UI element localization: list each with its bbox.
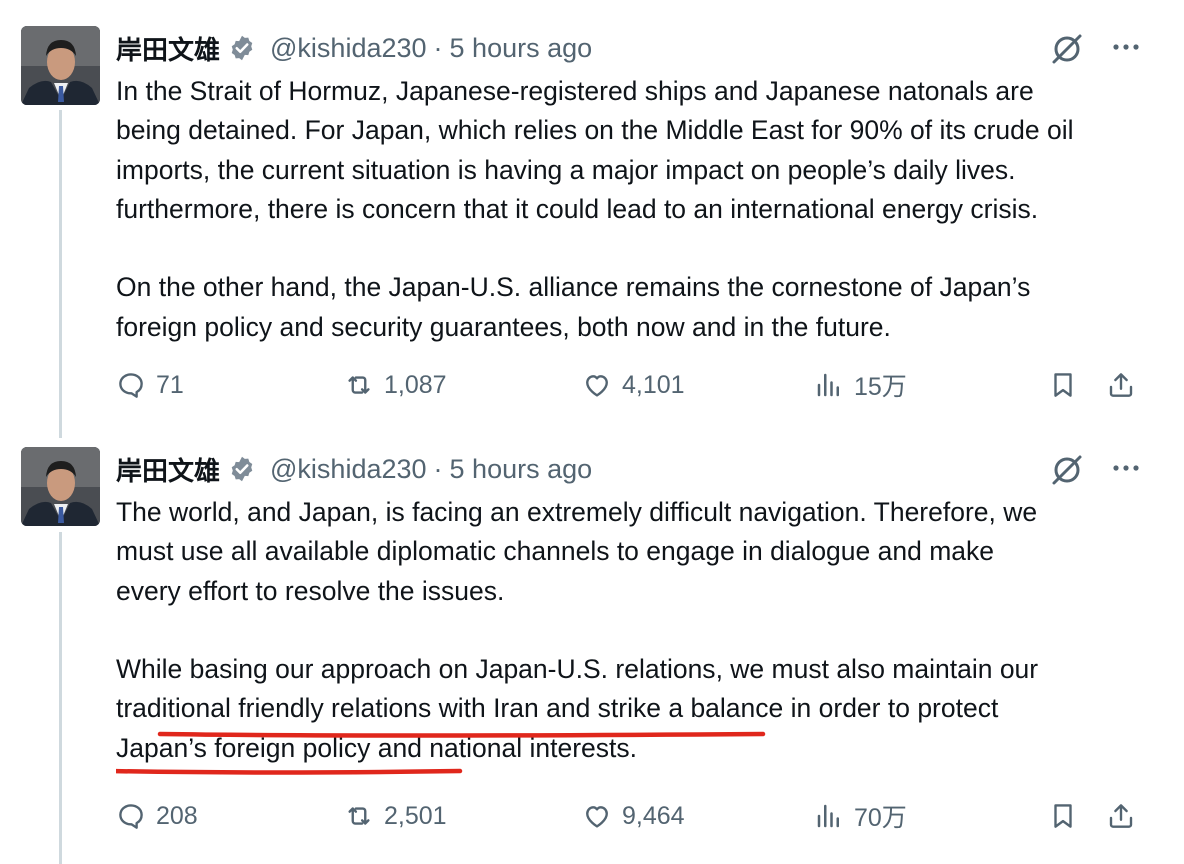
avatar-photo	[21, 26, 100, 105]
tweet-text-line: imports, the current situation is having…	[116, 154, 1016, 185]
grok-icon[interactable]	[1050, 453, 1084, 487]
repost-button[interactable]: 2,501	[344, 796, 447, 836]
more-icon[interactable]	[1112, 42, 1140, 52]
avatar[interactable]	[21, 26, 100, 105]
share-icon	[1109, 804, 1133, 828]
reply-icon	[119, 373, 143, 398]
author-name[interactable]: 岸田文雄	[116, 451, 220, 488]
bookmark-icon	[1054, 373, 1072, 397]
views-icon	[817, 373, 839, 397]
author-name[interactable]: 岸田文雄	[116, 30, 220, 67]
author-handle[interactable]: @kishida230	[270, 454, 427, 485]
share-icon	[1109, 373, 1133, 397]
text-segment: While	[116, 654, 190, 685]
grok-icon[interactable]	[1050, 32, 1084, 66]
reply-button[interactable]: 208	[116, 796, 198, 836]
avatar-photo	[21, 447, 100, 526]
tweet-text-line: foreign policy and security guarantees, …	[116, 311, 891, 342]
view-count: 70万	[854, 804, 907, 832]
views-icon	[817, 804, 839, 828]
like-count: 9,464	[622, 801, 685, 830]
red-underlined-phrase: basing our approach on Japan-U.S. relati…	[189, 654, 716, 685]
author-handle[interactable]: @kishida230	[270, 33, 427, 64]
red-underlined-phrase: traditional friendly relations	[116, 693, 432, 724]
red-underline-2	[116, 768, 463, 775]
bookmark-button[interactable]	[1048, 796, 1078, 836]
tweet-text-line: furthermore, there is concern that it co…	[116, 193, 1039, 224]
tweet-text-line: Japan’s foreign policy and national inte…	[116, 732, 638, 763]
text-segment: , we must also maintain our	[715, 654, 1039, 685]
verified-badge-icon	[231, 35, 253, 61]
views-button[interactable]: 70万	[814, 796, 907, 836]
tweet-text-line: being detained. For Japan, which relies …	[116, 115, 1074, 146]
tweet-text-line: must use all available diplomatic channe…	[116, 536, 995, 567]
like-button[interactable]: 9,464	[582, 796, 685, 836]
more-icon[interactable]	[1112, 463, 1140, 473]
tweet-text-line-highlighted: While basing our approach on Japan-U.S. …	[116, 650, 1176, 689]
repost-button[interactable]: 1,087	[344, 365, 447, 405]
tweet[interactable]: 岸田文雄 @kishida230 · 5 hours ago The world…	[0, 447, 1184, 847]
tweet-header: 岸田文雄 @kishida230 · 5 hours ago	[116, 447, 592, 491]
repost-count: 2,501	[384, 801, 447, 830]
tweet-text: In the Strait of Hormuz, Japanese-regist…	[116, 72, 1176, 347]
tweet-text-line: On the other hand, the Japan-U.S. allian…	[116, 272, 1031, 303]
tweet-text-line: every effort to resolve the issues.	[116, 575, 505, 606]
reply-count: 208	[156, 801, 198, 830]
timestamp[interactable]: 5 hours ago	[450, 454, 593, 485]
share-button[interactable]	[1106, 796, 1136, 836]
bookmark-icon	[1054, 804, 1072, 828]
like-button[interactable]: 4,101	[582, 365, 685, 405]
tweet-text-line-highlighted: traditional friendly relations with Iran…	[116, 689, 1176, 728]
repost-count: 1,087	[384, 370, 447, 399]
views-button[interactable]: 15万	[814, 365, 907, 405]
action-bar: 208 2,501 9,464 70万	[0, 796, 1184, 836]
header-separator: ·	[433, 453, 443, 484]
tweet[interactable]: 岸田文雄 @kishida230 · 5 hours ago In the St…	[0, 26, 1184, 426]
like-icon	[586, 806, 608, 828]
timestamp[interactable]: 5 hours ago	[450, 33, 593, 64]
like-icon	[586, 375, 608, 397]
reply-button[interactable]: 71	[116, 365, 184, 405]
text-segment: with Iran and strike a balance in order …	[431, 693, 999, 724]
view-count: 15万	[854, 373, 907, 401]
tweet-text-line: The world, and Japan, is facing an extre…	[116, 497, 1038, 527]
tweet-text-line: In the Strait of Hormuz, Japanese-regist…	[116, 76, 1034, 106]
verified-badge-icon	[231, 456, 253, 482]
tweet-header: 岸田文雄 @kishida230 · 5 hours ago	[116, 26, 592, 70]
header-separator: ·	[433, 32, 443, 63]
share-button[interactable]	[1106, 365, 1136, 405]
tweet-text: The world, and Japan, is facing an extre…	[116, 493, 1176, 775]
repost-icon	[348, 376, 370, 394]
avatar[interactable]	[21, 447, 100, 526]
action-bar: 71 1,087 4,101 15万	[0, 365, 1184, 405]
bookmark-button[interactable]	[1048, 365, 1078, 405]
like-count: 4,101	[622, 370, 685, 399]
reply-icon	[119, 804, 143, 829]
reply-count: 71	[156, 370, 184, 399]
repost-icon	[348, 807, 370, 825]
